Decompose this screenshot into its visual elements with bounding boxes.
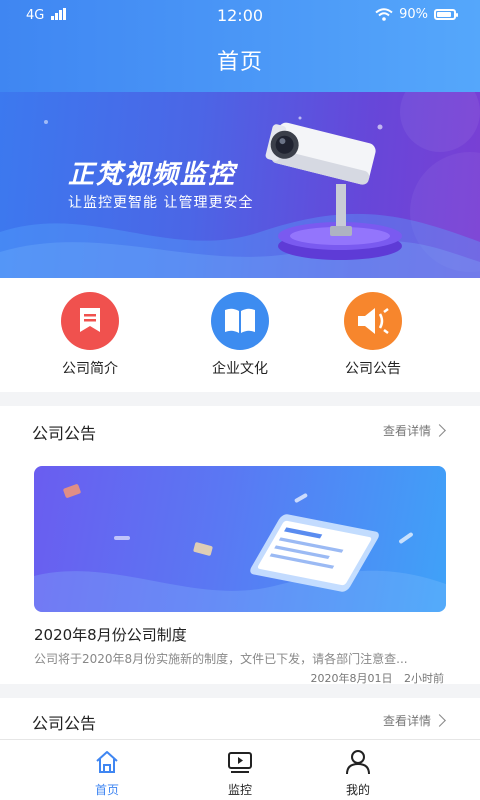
quick-link-company-intro[interactable]: 公司简介 <box>30 292 150 378</box>
news-image[interactable] <box>34 466 446 612</box>
tab-label: 我的 <box>345 783 370 797</box>
news-illustration <box>34 484 446 612</box>
quick-link-announcement[interactable]: 公司公告 <box>313 292 433 378</box>
section-title: 公司公告 <box>32 714 97 733</box>
book-icon <box>211 292 269 350</box>
news-summary: 公司将于2020年8月份实施新的制度，文件已下发，请各部门注意查... <box>34 652 408 666</box>
battery-icon <box>434 9 458 20</box>
news-meta: 2020年8月01日 2小时前 <box>311 670 445 686</box>
section-title: 公司公告 <box>32 424 97 443</box>
tab-label: 首页 <box>94 783 119 797</box>
wifi-icon <box>375 8 393 21</box>
chevron-right-icon <box>433 714 446 727</box>
video-icon <box>228 752 252 773</box>
view-details-link[interactable]: 查看详情 <box>382 712 446 729</box>
news-date: 2020年8月01日 <box>310 672 393 685</box>
user-icon <box>346 750 370 775</box>
document-icon <box>61 292 119 350</box>
tab-monitor[interactable]: 监控 <box>200 748 280 798</box>
hero-banner[interactable]: 正梵视频监控 让监控更智能 让管理更安全 <box>0 92 480 278</box>
tab-label: 监控 <box>227 783 252 797</box>
quick-links: 公司简介 企业文化 公司公告 <box>0 278 480 392</box>
view-details-label: 查看详情 <box>382 424 431 438</box>
chevron-right-icon <box>433 424 446 437</box>
news-title[interactable]: 2020年8月份公司制度 <box>34 624 187 645</box>
quick-link-culture[interactable]: 企业文化 <box>180 292 300 378</box>
quick-link-label: 企业文化 <box>212 361 268 377</box>
view-details-link[interactable]: 查看详情 <box>382 422 446 439</box>
tab-profile[interactable]: 我的 <box>318 748 398 798</box>
banner-headline: 正梵视频监控 <box>68 160 237 190</box>
megaphone-icon <box>344 292 402 350</box>
battery-percent: 90% <box>399 7 428 22</box>
quick-link-label: 公司公告 <box>345 361 401 377</box>
camera-icon <box>265 122 376 236</box>
tab-home[interactable]: 首页 <box>67 748 147 798</box>
banner-subtitle: 让监控更智能 让管理更安全 <box>68 195 254 211</box>
announcement-section: 公司公告 查看详情 2020年8月份公司制度 公司将于2020年8月份实施新的制… <box>0 406 480 686</box>
quick-link-label: 公司简介 <box>62 361 118 377</box>
news-time-ago: 2小时前 <box>404 672 444 685</box>
bottom-tab-bar: 首页 监控 我的 <box>0 739 480 800</box>
status-right: 90% <box>375 7 458 22</box>
status-bar: 4G 12:00 90% <box>0 0 480 32</box>
home-icon <box>96 751 118 773</box>
app-header: 4G 12:00 90% 首页 <box>0 0 480 92</box>
view-details-label: 查看详情 <box>382 714 431 728</box>
page-title: 首页 <box>216 50 263 75</box>
